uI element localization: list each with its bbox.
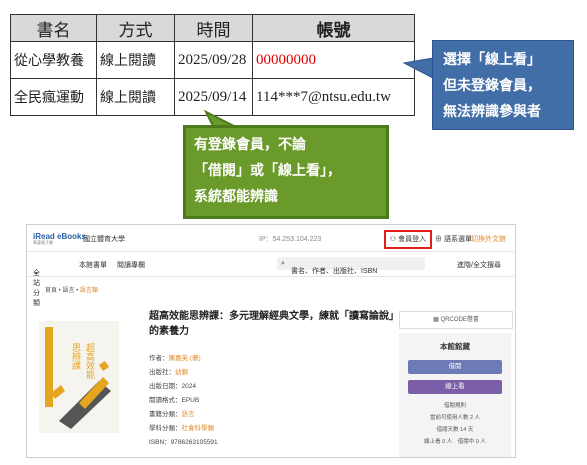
language-menu[interactable]: ⊕ 語系選單 [435,234,472,244]
nav-topics[interactable]: 閱讀專欄 [117,260,145,270]
meta-value[interactable]: 語言 [182,411,195,418]
callout-line: 有登錄會員，不論 [194,137,306,153]
meta-key: 出版日期： [149,383,182,390]
meta-key: 閱讀格式： [149,397,182,404]
chevron-down-icon: ⌄ [33,269,39,276]
cell-method: 線上閱讀 [96,78,175,116]
cell-date: 2025/09/14 [174,78,253,116]
meta-subject: 學科分類：社會科學類 [149,422,214,432]
available-count: 當前可使用人數 2 人 [429,415,481,421]
meta-key: 書籍分類： [149,411,182,418]
callout-line: 選擇「線上看」 [443,52,541,68]
borrow-button[interactable]: 借閱 [408,360,502,374]
university-name: 國立體育大學 [83,236,125,243]
meta-value[interactable]: 陳嘉英 (著) [169,355,201,362]
qrcode-icon: ▦ [433,317,441,323]
callout-line: 「借閱」或「線上看」， [194,163,341,179]
meta-value: EPUB [181,397,200,404]
breadcrumb-home[interactable]: 首頁 [45,288,57,294]
meta-publisher: 出版社：幼獅 [149,366,188,376]
meta-value[interactable]: 社會科學類 [182,425,215,432]
svg-text:超高效能: 超高效能 [84,342,95,380]
cell-date: 2025/09/28 [174,41,253,79]
holdings-panel: 本館館藏 借閱 線上看 借閱規則 當前可使用人數 2 人 借閱天數 14 天 線… [399,333,511,457]
qrcode-borrow-button[interactable]: ▦ QRCODE借書 [399,311,513,329]
meta-value: 2024 [181,383,196,390]
callout-line: 系統都能辨識 [194,189,278,205]
breadcrumb-current[interactable]: 語言類 [80,288,98,294]
header-method: 方式 [96,14,175,42]
meta-key: 出版社： [149,369,175,376]
cell-account: 00000000 [252,41,415,79]
table-header-row: 書名 方式 時間 帳號 [10,14,415,42]
search-input[interactable]: ⌕ 書名、作者、出版社、ISBN [277,257,425,275]
cell-method: 線上閱讀 [96,41,175,79]
callout-not-logged-in: 選擇「線上看」 但未登錄會員， 無法辨識參與者 [432,40,574,130]
nav-new-books[interactable]: 本館書單 [79,260,107,270]
meta-value: 9786263105591 [170,439,218,446]
holdings-title: 本館館藏 [440,342,470,351]
meta-author: 作者：陳嘉英 (著) [149,352,201,362]
meta-key: 學科分類： [149,425,182,432]
header-account: 帳號 [252,14,415,42]
site-logo-sub: 華藝電子書 [33,240,53,245]
globe-icon: ⊕ [435,236,442,243]
meta-key: 作者： [149,355,169,362]
nav-advanced-search[interactable]: 進階/全文搜尋 [457,260,501,270]
callout-line: 但未登錄會員， [443,78,541,94]
read-online-button[interactable]: 線上看 [408,380,502,394]
breadcrumb-lang[interactable]: 語言 [62,288,74,294]
user-icon: ⚇ [389,236,399,243]
meta-format: 閱讀格式：EPUB [149,394,199,404]
table-row: 從心學教養 線上閱讀 2025/09/28 00000000 [10,41,415,79]
cell-title: 從心學教養 [10,41,97,79]
member-login-button[interactable]: ⚇ 會員登入 [384,230,432,249]
cell-account: 114***7@ntsu.edu.tw [252,78,415,116]
language-label: 語系選單 [443,236,472,243]
header-title: 書名 [10,14,97,42]
meta-value[interactable]: 幼獅 [175,369,188,376]
table-row: 全民瘋運動 線上閱讀 2025/09/14 114***7@ntsu.edu.t… [10,78,415,116]
book-title: 超高效能思辨課：多元理解經典文學，練就「讀寫論說」的素養力 [149,311,399,337]
meta-isbn: ISBN：9786263105591 [149,436,218,446]
callout-logged-in: 有登錄會員，不論 「借閱」或「線上看」， 系統都能辨識 [183,125,389,219]
qrcode-label: QRCODE借書 [440,317,479,323]
login-label: 會員登入 [398,236,427,243]
search-placeholder: 書名、作者、出版社、ISBN [291,268,378,275]
site-header: iRead eBooks 華藝電子書 國立體育大學 IP：54.253.104.… [27,225,515,252]
ebook-site-screenshot: iRead eBooks 華藝電子書 國立體育大學 IP：54.253.104.… [26,224,516,458]
ip-address: IP：54.253.104.223 [259,236,322,243]
meta-category: 書籍分類：語言 [149,408,195,418]
callout-line: 無法辨識參與者 [443,104,541,120]
loan-days: 借閱天數 14 天 [436,427,474,433]
record-table: 書名 方式 時間 帳號 從心學教養 線上閱讀 2025/09/28 000000… [10,14,415,116]
meta-date: 出版日期：2024 [149,380,196,390]
borrow-rules-link[interactable]: 借閱規則 [399,401,511,409]
book-cover-image: 超高效能 思辨課 [39,321,119,433]
header-time: 時間 [174,14,253,42]
cell-title: 全民瘋運動 [10,78,97,116]
switch-foreign-link[interactable]: 切換外文館 [471,234,506,244]
search-icon: ⌕ [281,260,285,267]
breadcrumb: 首頁 • 語言 • 語言類 [45,288,98,294]
site-nav: 全站分類 ⌄ 本館書單 閱讀專欄 ⌕ 書名、作者、出版社、ISBN 進階/全文搜… [27,252,515,307]
usage-status: 線上看 0 人 借閱中 0 人 [424,439,486,445]
svg-text:思辨課: 思辨課 [70,343,81,371]
meta-key: ISBN： [149,439,171,446]
